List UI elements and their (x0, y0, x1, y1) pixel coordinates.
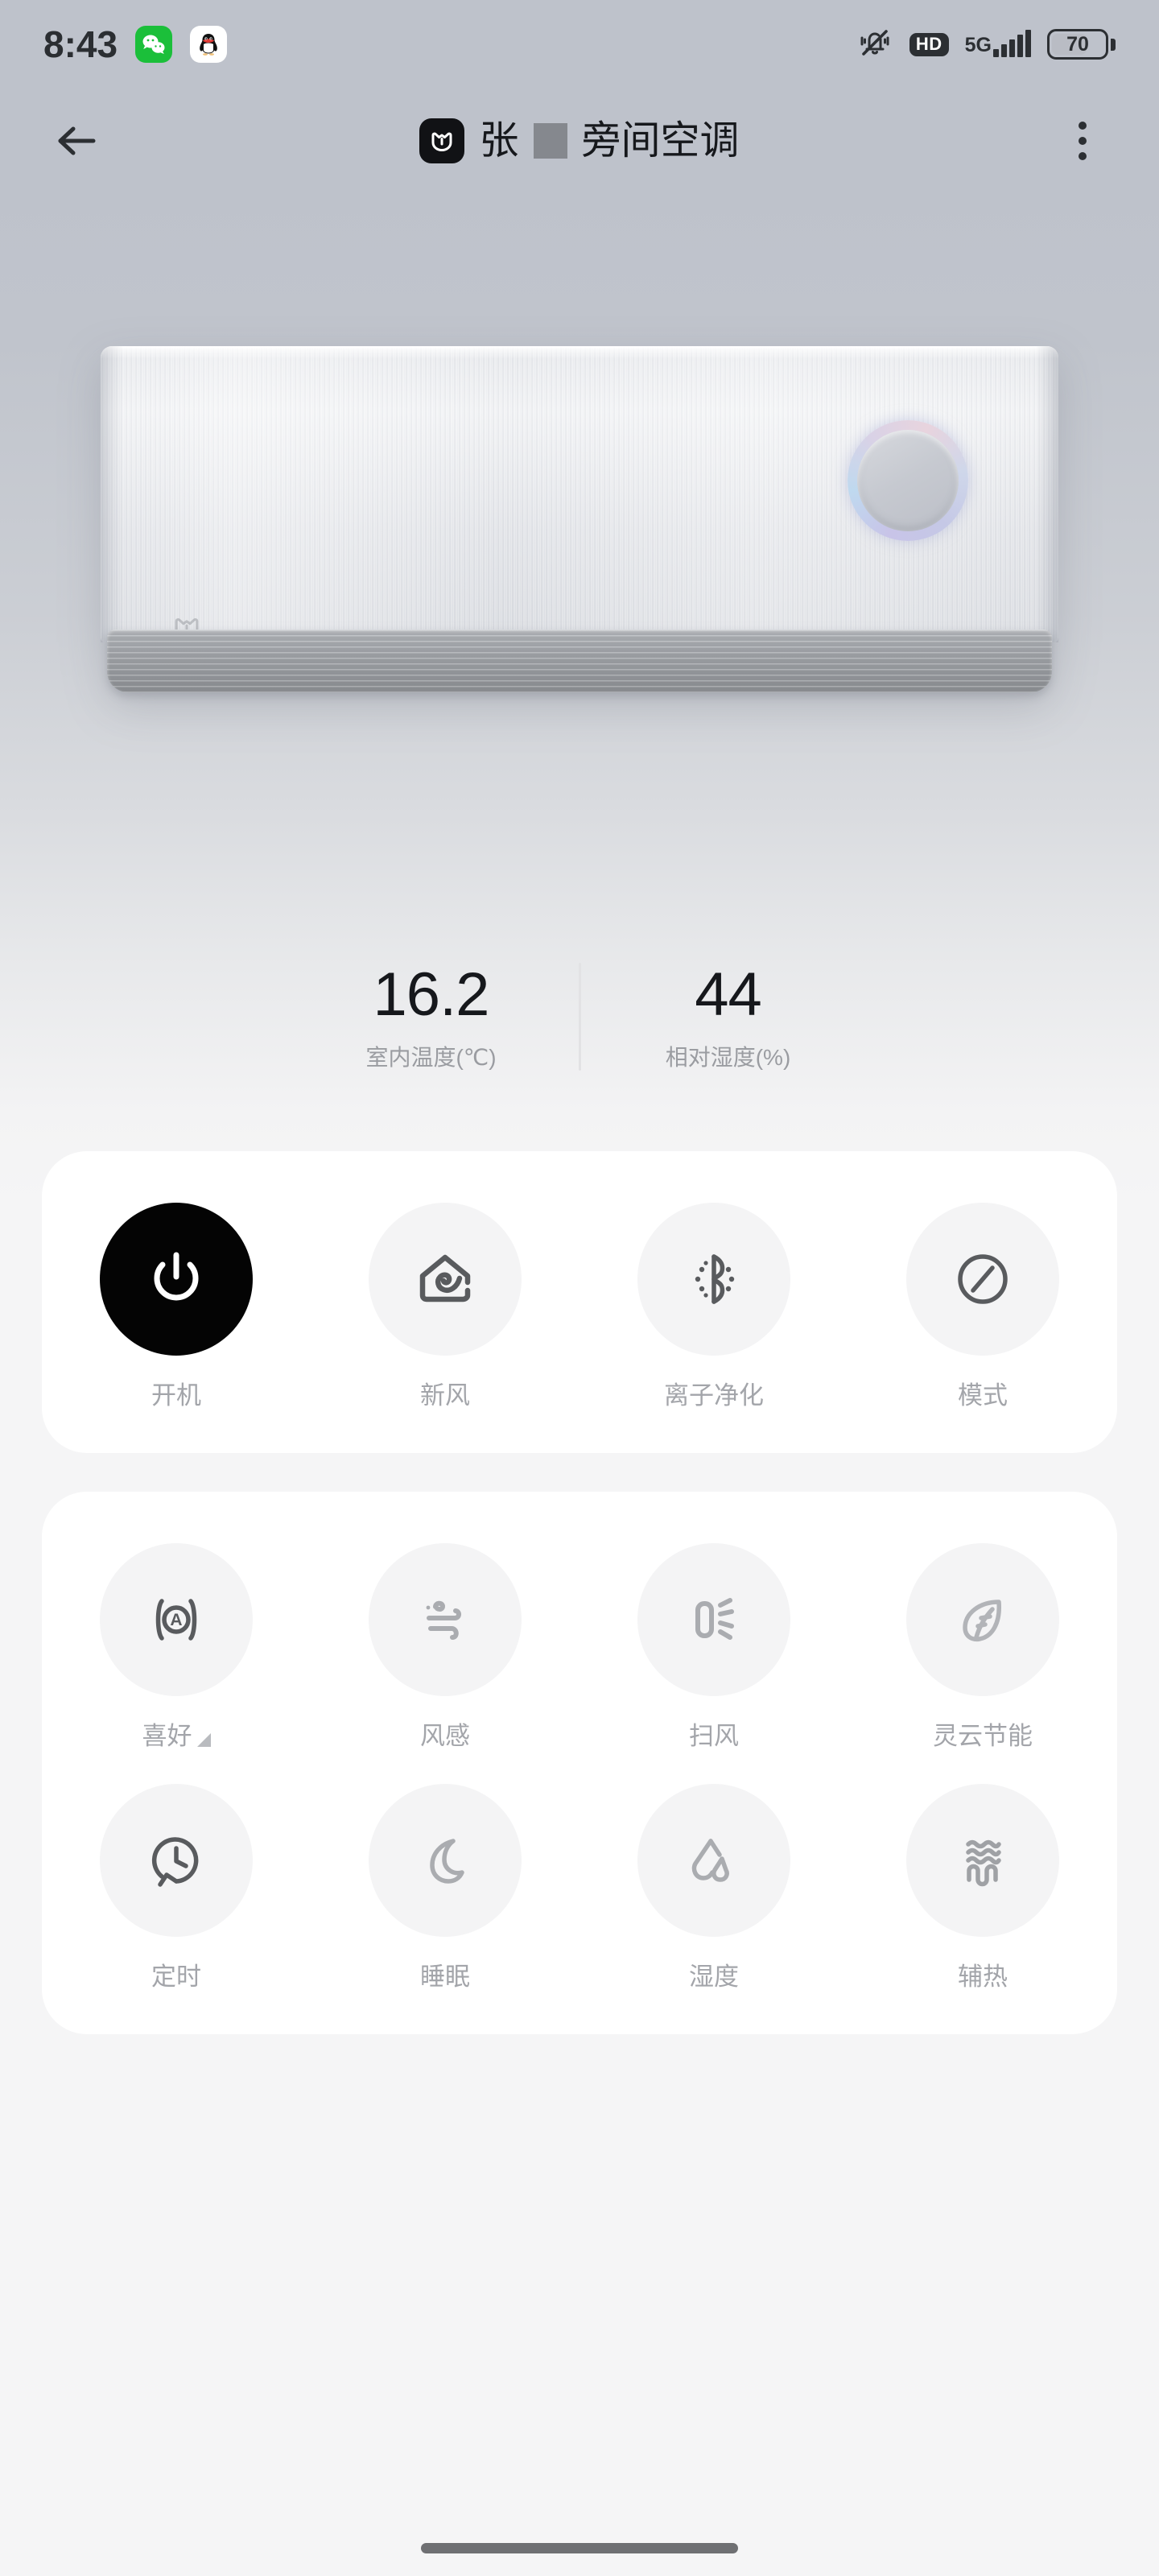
battery-indicator: 70 (1047, 29, 1116, 60)
bell-mute-icon (856, 27, 893, 63)
auto-preference-icon[interactable]: A (100, 1543, 253, 1696)
control-sleep[interactable]: 睡眠 (311, 1784, 580, 1989)
control-swing-air-label: 扫风 (689, 1722, 739, 1750)
control-mode-label: 模式 (958, 1381, 1008, 1410)
signal-bars-icon (993, 30, 1031, 57)
device-illustration (0, 193, 1159, 845)
mode-slash-circle-icon[interactable] (906, 1203, 1059, 1356)
mijia-logo-icon (419, 118, 465, 163)
indoor-temperature-reading: 16.2 室内温度(℃) (331, 964, 532, 1069)
control-humidity-label: 湿度 (689, 1963, 739, 1991)
fresh-air-house-icon[interactable] (369, 1203, 522, 1356)
sensor-readings: 16.2 室内温度(℃) 44 相对湿度(%) (0, 963, 1159, 1071)
qq-icon (190, 26, 228, 63)
control-aux-heat-label: 辅热 (958, 1963, 1008, 1991)
control-mode[interactable]: 模式 (848, 1203, 1117, 1408)
main-controls-grid: 开机 新风 离子净化 模式 (42, 1203, 1117, 1408)
svg-text:A: A (170, 1611, 182, 1629)
swing-air-icon[interactable] (637, 1543, 790, 1696)
control-eco-saving-label: 灵云节能 (933, 1722, 1033, 1750)
aux-heat-coil-icon[interactable] (906, 1784, 1059, 1937)
status-ring-icon (848, 420, 968, 541)
ion-purify-icon[interactable] (637, 1203, 790, 1356)
control-swing-air[interactable]: 扫风 (580, 1543, 848, 1748)
indoor-temperature-value: 16.2 (373, 960, 490, 1029)
moon-sleep-icon[interactable] (369, 1784, 522, 1937)
control-wind-feel[interactable]: 风感 (311, 1543, 580, 1748)
relative-humidity-value: 44 (695, 960, 762, 1029)
control-timer-label: 定时 (151, 1963, 201, 1991)
page-title: 张 旁间空调 (0, 118, 1159, 163)
network-type-label: 5G (964, 34, 992, 56)
timer-clock-icon[interactable] (100, 1784, 253, 1937)
status-bar: 8:43 HD 5G 70 (0, 0, 1159, 89)
control-sleep-label: 睡眠 (420, 1963, 470, 1991)
more-vertical-icon[interactable] (1048, 106, 1117, 175)
control-wind-feel-label: 风感 (420, 1722, 470, 1750)
control-eco-saving[interactable]: 灵云节能 (848, 1543, 1117, 1748)
back-button[interactable] (42, 106, 111, 175)
wind-feel-icon[interactable] (369, 1543, 522, 1696)
control-fresh-air[interactable]: 新风 (311, 1203, 580, 1408)
leaf-eco-icon[interactable] (906, 1543, 1059, 1696)
control-humidity[interactable]: 湿度 (580, 1784, 848, 1989)
status-bar-left: 8:43 (43, 23, 228, 65)
indoor-temperature-label: 室内温度(℃) (365, 1045, 497, 1070)
power-icon[interactable] (100, 1203, 253, 1356)
app-header: 张 旁间空调 (0, 89, 1159, 193)
wechat-icon (135, 26, 173, 63)
relative-humidity-label: 相对湿度(%) (665, 1045, 791, 1070)
control-power-label: 开机 (151, 1381, 201, 1410)
control-preference[interactable]: A 喜好 (42, 1543, 311, 1748)
owner-name: 张 (479, 118, 519, 163)
control-preference-label: 喜好 (142, 1724, 211, 1748)
network-indicator: 5G (964, 30, 1031, 57)
main-controls-card: 开机 新风 离子净化 模式 (42, 1151, 1117, 1453)
back-arrow-icon (58, 126, 96, 155)
hd-badge: HD (909, 32, 949, 56)
battery-percent: 70 (1066, 32, 1089, 56)
status-bar-right: HD 5G 70 (856, 27, 1116, 63)
status-time: 8:43 (43, 23, 118, 65)
humidity-drop-icon[interactable] (637, 1784, 790, 1937)
secondary-controls-card: A 喜好 风感 扫风 灵云节能 定时 睡眠 湿度 辅热 (42, 1492, 1117, 2034)
secondary-controls-grid: A 喜好 风感 扫风 灵云节能 定时 睡眠 湿度 辅热 (42, 1543, 1117, 1989)
control-aux-heat[interactable]: 辅热 (848, 1784, 1117, 1989)
relative-humidity-reading: 44 相对湿度(%) (628, 964, 829, 1069)
control-timer[interactable]: 定时 (42, 1784, 311, 1989)
readings-divider (578, 963, 581, 1071)
home-indicator-bar[interactable] (421, 2543, 738, 2553)
control-ion-purify-label: 离子净化 (664, 1381, 764, 1410)
air-louver (107, 630, 1052, 692)
expand-triangle-icon (196, 1733, 211, 1747)
control-fresh-air-label: 新风 (420, 1381, 470, 1410)
control-ion-purify[interactable]: 离子净化 (580, 1203, 848, 1408)
device-name: 旁间空调 (581, 118, 740, 163)
air-conditioner-unit[interactable] (101, 346, 1058, 692)
control-power[interactable]: 开机 (42, 1203, 311, 1408)
redacted-block (533, 123, 567, 159)
